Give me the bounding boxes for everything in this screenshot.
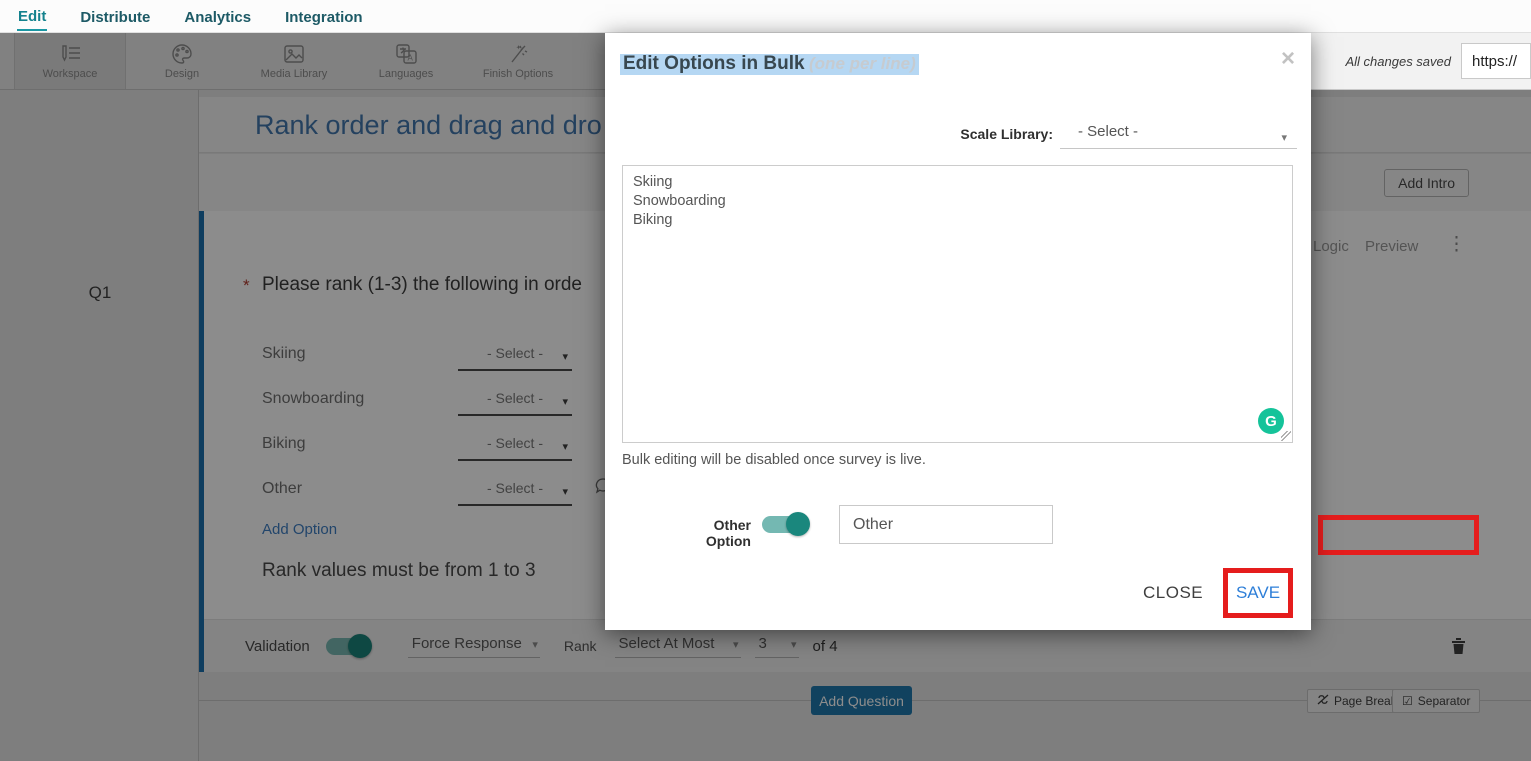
- chevron-down-icon: ▾: [1281, 132, 1287, 144]
- modal-title: Edit Options in Bulk: [623, 53, 805, 74]
- close-icon[interactable]: ×: [1281, 47, 1295, 71]
- other-option-toggle[interactable]: [762, 512, 810, 536]
- red-highlight-box-bulk: [1318, 515, 1479, 555]
- scale-library-value: - Select -: [1078, 123, 1139, 140]
- scale-library-label: Scale Library:: [960, 126, 1053, 142]
- red-highlight-box-save: SAVE: [1223, 568, 1293, 618]
- modal-title-row: Edit Options in Bulk (one per line): [620, 53, 919, 75]
- nav-item-analytics[interactable]: Analytics: [183, 3, 252, 30]
- save-status-text: All changes saved: [1345, 53, 1451, 69]
- selection-highlight: Edit Options in Bulk (one per line): [620, 53, 919, 75]
- scale-library-select[interactable]: - Select - ▾: [1060, 119, 1297, 149]
- close-button[interactable]: CLOSE: [1143, 568, 1203, 618]
- other-option-label: Other Option: [705, 517, 751, 549]
- toggle-knob: [786, 512, 810, 536]
- edit-options-in-bulk-modal: Edit Options in Bulk (one per line) × Sc…: [605, 33, 1311, 630]
- save-button[interactable]: SAVE: [1236, 583, 1280, 603]
- top-nav: Edit Distribute Analytics Integration: [0, 0, 1531, 33]
- survey-url-input[interactable]: [1461, 43, 1531, 79]
- bulk-options-area: Skiing Snowboarding Biking G: [622, 165, 1293, 443]
- bulk-edit-note: Bulk editing will be disabled once surve…: [622, 452, 926, 468]
- modal-subtitle: (one per line): [809, 54, 916, 73]
- other-option-input[interactable]: [839, 505, 1053, 544]
- resize-handle[interactable]: [1281, 431, 1291, 441]
- nav-item-edit[interactable]: Edit: [17, 2, 48, 31]
- nav-item-integration[interactable]: Integration: [284, 3, 364, 30]
- bulk-options-textarea[interactable]: Skiing Snowboarding Biking: [622, 165, 1293, 443]
- save-status-strip: All changes saved: [1311, 33, 1531, 90]
- nav-item-distribute[interactable]: Distribute: [79, 3, 151, 30]
